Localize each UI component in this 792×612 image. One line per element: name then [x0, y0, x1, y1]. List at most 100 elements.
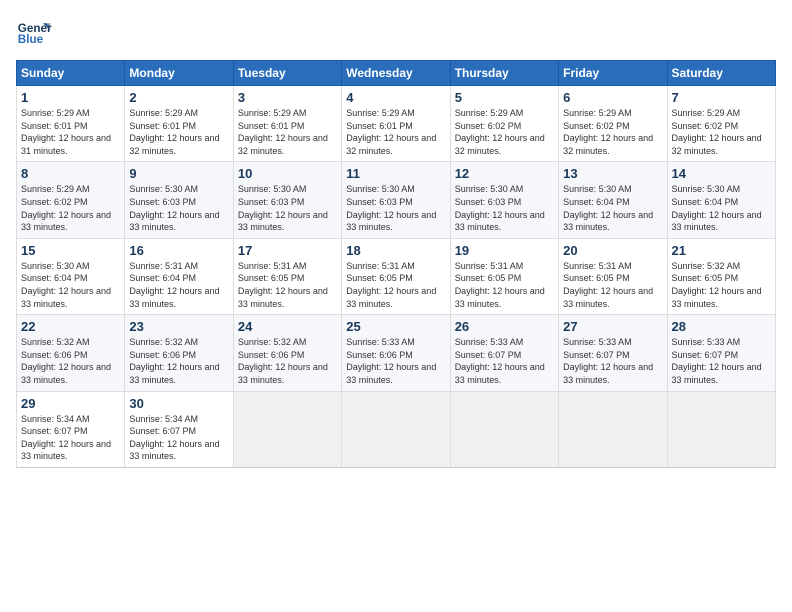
col-header-tuesday: Tuesday: [233, 61, 341, 86]
calendar-cell: 27Sunrise: 5:33 AMSunset: 6:07 PMDayligh…: [559, 315, 667, 391]
calendar-cell: 13Sunrise: 5:30 AMSunset: 6:04 PMDayligh…: [559, 162, 667, 238]
day-number: 24: [238, 319, 337, 334]
day-number: 25: [346, 319, 445, 334]
day-number: 18: [346, 243, 445, 258]
calendar-cell: 8 Sunrise: 5:29 AMSunset: 6:02 PMDaylight…: [17, 162, 125, 238]
day-info: Sunrise: 5:31 AMSunset: 6:05 PMDaylight:…: [346, 260, 445, 310]
day-number: 3: [238, 90, 337, 105]
col-header-friday: Friday: [559, 61, 667, 86]
day-number: 16: [129, 243, 228, 258]
day-number: 28: [672, 319, 771, 334]
col-header-thursday: Thursday: [450, 61, 558, 86]
day-info: Sunrise: 5:30 AMSunset: 6:03 PMDaylight:…: [129, 183, 228, 233]
day-info: Sunrise: 5:31 AMSunset: 6:05 PMDaylight:…: [455, 260, 554, 310]
calendar-cell: 28 Sunrise: 5:33 AMSunset: 6:07 PMDayligh…: [667, 315, 775, 391]
calendar-cell: 2 Sunrise: 5:29 AMSunset: 6:01 PMDaylight…: [125, 86, 233, 162]
day-info: Sunrise: 5:29 AMSunset: 6:02 PMDaylight:…: [455, 107, 554, 157]
calendar-cell: 14 Sunrise: 5:30 AMSunset: 6:04 PMDayligh…: [667, 162, 775, 238]
calendar-cell: [559, 391, 667, 467]
day-number: 8: [21, 166, 120, 181]
calendar-cell: 7 Sunrise: 5:29 AMSunset: 6:02 PMDaylight…: [667, 86, 775, 162]
day-info: Sunrise: 5:29 AMSunset: 6:01 PMDaylight:…: [238, 107, 337, 157]
calendar-cell: 29 Sunrise: 5:34 AMSunset: 6:07 PMDayligh…: [17, 391, 125, 467]
day-number: 10: [238, 166, 337, 181]
day-number: 26: [455, 319, 554, 334]
day-number: 22: [21, 319, 120, 334]
calendar-cell: 24 Sunrise: 5:32 AMSunset: 6:06 PMDayligh…: [233, 315, 341, 391]
day-number: 19: [455, 243, 554, 258]
col-header-sunday: Sunday: [17, 61, 125, 86]
day-number: 23: [129, 319, 228, 334]
calendar-cell: 15Sunrise: 5:30 AMSunset: 6:04 PMDayligh…: [17, 238, 125, 314]
day-number: 15: [21, 243, 120, 258]
day-info: Sunrise: 5:31 AMSunset: 6:05 PMDaylight:…: [563, 260, 662, 310]
day-info: Sunrise: 5:30 AMSunset: 6:03 PMDaylight:…: [455, 183, 554, 233]
day-info: Sunrise: 5:29 AMSunset: 6:02 PMDaylight:…: [563, 107, 662, 157]
calendar-cell: 25 Sunrise: 5:33 AMSunset: 6:06 PMDayligh…: [342, 315, 450, 391]
day-info: Sunrise: 5:29 AMSunset: 6:01 PMDaylight:…: [21, 107, 120, 157]
day-number: 11: [346, 166, 445, 181]
calendar-cell: 4Sunrise: 5:29 AMSunset: 6:01 PMDaylight…: [342, 86, 450, 162]
day-info: Sunrise: 5:32 AMSunset: 6:05 PMDaylight:…: [672, 260, 771, 310]
calendar-cell: 20 Sunrise: 5:31 AMSunset: 6:05 PMDayligh…: [559, 238, 667, 314]
day-number: 30: [129, 396, 228, 411]
calendar-cell: 3 Sunrise: 5:29 AMSunset: 6:01 PMDaylight…: [233, 86, 341, 162]
week-row-2: 8 Sunrise: 5:29 AMSunset: 6:02 PMDaylight…: [17, 162, 776, 238]
calendar-cell: 21Sunrise: 5:32 AMSunset: 6:05 PMDayligh…: [667, 238, 775, 314]
day-number: 6: [563, 90, 662, 105]
logo: General Blue: [16, 16, 52, 52]
day-number: 29: [21, 396, 120, 411]
day-number: 5: [455, 90, 554, 105]
day-info: Sunrise: 5:29 AMSunset: 6:02 PMDaylight:…: [21, 183, 120, 233]
day-info: Sunrise: 5:33 AMSunset: 6:06 PMDaylight:…: [346, 336, 445, 386]
logo-icon: General Blue: [16, 16, 52, 52]
week-row-1: 1Sunrise: 5:29 AMSunset: 6:01 PMDaylight…: [17, 86, 776, 162]
calendar-cell: 10 Sunrise: 5:30 AMSunset: 6:03 PMDayligh…: [233, 162, 341, 238]
calendar-cell: 9 Sunrise: 5:30 AMSunset: 6:03 PMDaylight…: [125, 162, 233, 238]
day-number: 9: [129, 166, 228, 181]
calendar-cell: 22 Sunrise: 5:32 AMSunset: 6:06 PMDayligh…: [17, 315, 125, 391]
day-number: 12: [455, 166, 554, 181]
day-number: 27: [563, 319, 662, 334]
calendar-cell: 30 Sunrise: 5:34 AMSunset: 6:07 PMDayligh…: [125, 391, 233, 467]
day-info: Sunrise: 5:30 AMSunset: 6:03 PMDaylight:…: [346, 183, 445, 233]
calendar-cell: [342, 391, 450, 467]
col-header-saturday: Saturday: [667, 61, 775, 86]
day-info: Sunrise: 5:32 AMSunset: 6:06 PMDaylight:…: [21, 336, 120, 386]
day-info: Sunrise: 5:33 AMSunset: 6:07 PMDaylight:…: [672, 336, 771, 386]
day-info: Sunrise: 5:31 AMSunset: 6:05 PMDaylight:…: [238, 260, 337, 310]
day-number: 2: [129, 90, 228, 105]
day-info: Sunrise: 5:34 AMSunset: 6:07 PMDaylight:…: [21, 413, 120, 463]
col-header-wednesday: Wednesday: [342, 61, 450, 86]
day-number: 20: [563, 243, 662, 258]
calendar-cell: [667, 391, 775, 467]
day-info: Sunrise: 5:29 AMSunset: 6:02 PMDaylight:…: [672, 107, 771, 157]
calendar-cell: 12 Sunrise: 5:30 AMSunset: 6:03 PMDayligh…: [450, 162, 558, 238]
col-header-monday: Monday: [125, 61, 233, 86]
calendar-cell: 23 Sunrise: 5:32 AMSunset: 6:06 PMDayligh…: [125, 315, 233, 391]
svg-text:Blue: Blue: [18, 33, 44, 46]
day-number: 7: [672, 90, 771, 105]
day-info: Sunrise: 5:29 AMSunset: 6:01 PMDaylight:…: [129, 107, 228, 157]
day-info: Sunrise: 5:32 AMSunset: 6:06 PMDaylight:…: [238, 336, 337, 386]
day-info: Sunrise: 5:34 AMSunset: 6:07 PMDaylight:…: [129, 413, 228, 463]
calendar-cell: 16 Sunrise: 5:31 AMSunset: 6:04 PMDayligh…: [125, 238, 233, 314]
day-info: Sunrise: 5:31 AMSunset: 6:04 PMDaylight:…: [129, 260, 228, 310]
week-row-3: 15Sunrise: 5:30 AMSunset: 6:04 PMDayligh…: [17, 238, 776, 314]
header: General Blue: [16, 16, 776, 52]
day-number: 4: [346, 90, 445, 105]
calendar-cell: 26 Sunrise: 5:33 AMSunset: 6:07 PMDayligh…: [450, 315, 558, 391]
day-info: Sunrise: 5:30 AMSunset: 6:03 PMDaylight:…: [238, 183, 337, 233]
calendar-cell: [233, 391, 341, 467]
day-number: 14: [672, 166, 771, 181]
day-info: Sunrise: 5:33 AMSunset: 6:07 PMDaylight:…: [455, 336, 554, 386]
calendar-cell: 5 Sunrise: 5:29 AMSunset: 6:02 PMDaylight…: [450, 86, 558, 162]
day-number: 17: [238, 243, 337, 258]
day-info: Sunrise: 5:32 AMSunset: 6:06 PMDaylight:…: [129, 336, 228, 386]
day-info: Sunrise: 5:30 AMSunset: 6:04 PMDaylight:…: [672, 183, 771, 233]
calendar-cell: 1Sunrise: 5:29 AMSunset: 6:01 PMDaylight…: [17, 86, 125, 162]
week-row-5: 29 Sunrise: 5:34 AMSunset: 6:07 PMDayligh…: [17, 391, 776, 467]
day-info: Sunrise: 5:30 AMSunset: 6:04 PMDaylight:…: [563, 183, 662, 233]
calendar-cell: 18 Sunrise: 5:31 AMSunset: 6:05 PMDayligh…: [342, 238, 450, 314]
calendar-cell: [450, 391, 558, 467]
